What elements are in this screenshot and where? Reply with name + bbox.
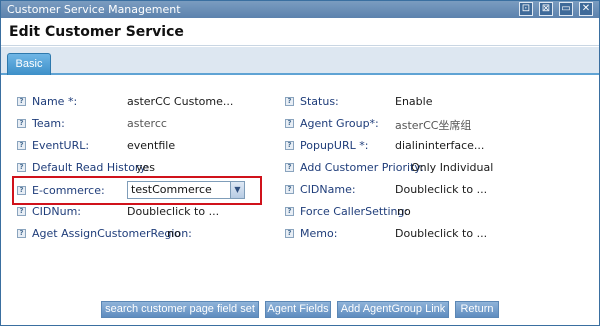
field-label: CIDNum:: [32, 204, 82, 218]
help-icon[interactable]: ?: [285, 228, 294, 238]
field-label: E-commerce:: [32, 183, 105, 197]
field-value-status[interactable]: Enable: [395, 95, 432, 108]
help-icon[interactable]: ?: [285, 118, 294, 128]
field-label: Status:: [300, 94, 339, 108]
field-aget-assign-customer-region: ? Aget AssignCustomerRegion:: [17, 223, 192, 243]
field-value-default-read-history[interactable]: yes: [136, 161, 155, 174]
titlebar: Customer Service Management ⊡ ⊠ ▭ ✕: [1, 1, 599, 18]
window-title: Customer Service Management: [7, 3, 181, 16]
field-value-popupurl[interactable]: dialininterface...: [395, 139, 484, 152]
field-value-agent-group[interactable]: asterCC坐席组: [395, 117, 471, 133]
field-value-cidnum[interactable]: Doubleclick to ...: [127, 205, 219, 218]
field-value-eventurl[interactable]: eventfile: [127, 139, 175, 152]
maximize-icon[interactable]: ⊠: [539, 2, 553, 16]
chevron-down-icon[interactable]: ▼: [230, 182, 244, 198]
close-icon[interactable]: ✕: [579, 2, 593, 16]
field-ecommerce: ? E-commerce:: [17, 180, 105, 200]
field-name: ? Name *:: [17, 91, 77, 111]
field-label: PopupURL *:: [300, 138, 369, 152]
add-agentgroup-link-button[interactable]: Add AgentGroup Link: [337, 301, 449, 318]
tab-basic[interactable]: Basic: [7, 53, 51, 75]
help-icon[interactable]: ?: [17, 96, 26, 106]
field-value-add-customer-priority[interactable]: Only Individual: [411, 161, 493, 174]
page-header: Edit Customer Service: [1, 18, 599, 46]
field-value-memo[interactable]: Doubleclick to ...: [395, 227, 487, 240]
field-default-read-history: ? Default Read History:: [17, 157, 149, 177]
search-customer-page-field-set-button[interactable]: search customer page field set: [101, 301, 259, 318]
field-value-team[interactable]: astercc: [127, 117, 167, 130]
field-agent-group: ? Agent Group*:: [285, 113, 379, 133]
field-label: Memo:: [300, 226, 338, 240]
help-icon[interactable]: ?: [285, 162, 294, 172]
help-icon[interactable]: ?: [285, 140, 294, 150]
help-icon[interactable]: ?: [17, 140, 26, 150]
field-eventurl: ? EventURL:: [17, 135, 89, 155]
field-status: ? Status:: [285, 91, 339, 111]
field-label: EventURL:: [32, 138, 90, 152]
minimize-icon[interactable]: ▭: [559, 2, 573, 16]
ecommerce-select[interactable]: testCommerce ▼: [127, 181, 245, 199]
field-label: Name *:: [32, 94, 78, 108]
form-content: ? Name *: asterCC Custome... ? Team: ast…: [1, 77, 599, 297]
page-title: Edit Customer Service: [9, 24, 184, 40]
help-icon[interactable]: ?: [17, 228, 26, 238]
field-cidname: ? CIDName:: [285, 179, 356, 199]
help-icon[interactable]: ?: [285, 206, 294, 216]
help-icon[interactable]: ?: [285, 96, 294, 106]
field-popupurl: ? PopupURL *:: [285, 135, 368, 155]
field-value-name[interactable]: asterCC Custome...: [127, 95, 233, 108]
field-value-cidname[interactable]: Doubleclick to ...: [395, 183, 487, 196]
field-label: Force CallerSetting:: [300, 204, 409, 218]
help-icon[interactable]: ?: [17, 185, 26, 195]
agent-fields-button[interactable]: Agent Fields: [265, 301, 331, 318]
field-label: CIDName:: [300, 182, 356, 196]
tab-bar: Basic: [1, 47, 599, 75]
window-controls: ⊡ ⊠ ▭ ✕: [519, 2, 593, 16]
field-value-aget-assign-customer-region[interactable]: no: [167, 227, 181, 240]
help-icon[interactable]: ?: [17, 206, 26, 216]
field-memo: ? Memo:: [285, 223, 337, 243]
window: Customer Service Management ⊡ ⊠ ▭ ✕ Edit…: [0, 0, 600, 326]
field-label: Agent Group*:: [300, 116, 379, 130]
field-value-force-callersetting[interactable]: no: [397, 205, 411, 218]
field-label: Add Customer Priority:: [300, 160, 424, 174]
field-force-callersetting: ? Force CallerSetting:: [285, 201, 408, 221]
field-team: ? Team:: [17, 113, 65, 133]
help-icon[interactable]: ?: [17, 162, 26, 172]
help-icon[interactable]: ?: [285, 184, 294, 194]
field-label: Default Read History:: [32, 160, 149, 174]
footer-toolbar: search customer page field set Agent Fie…: [1, 297, 599, 325]
field-add-customer-priority: ? Add Customer Priority:: [285, 157, 424, 177]
return-button[interactable]: Return: [455, 301, 499, 318]
field-cidnum: ? CIDNum:: [17, 201, 81, 221]
help-icon[interactable]: ?: [17, 118, 26, 128]
restore-icon[interactable]: ⊡: [519, 2, 533, 16]
field-label: Team:: [32, 116, 65, 130]
ecommerce-select-value: testCommerce: [131, 183, 212, 196]
